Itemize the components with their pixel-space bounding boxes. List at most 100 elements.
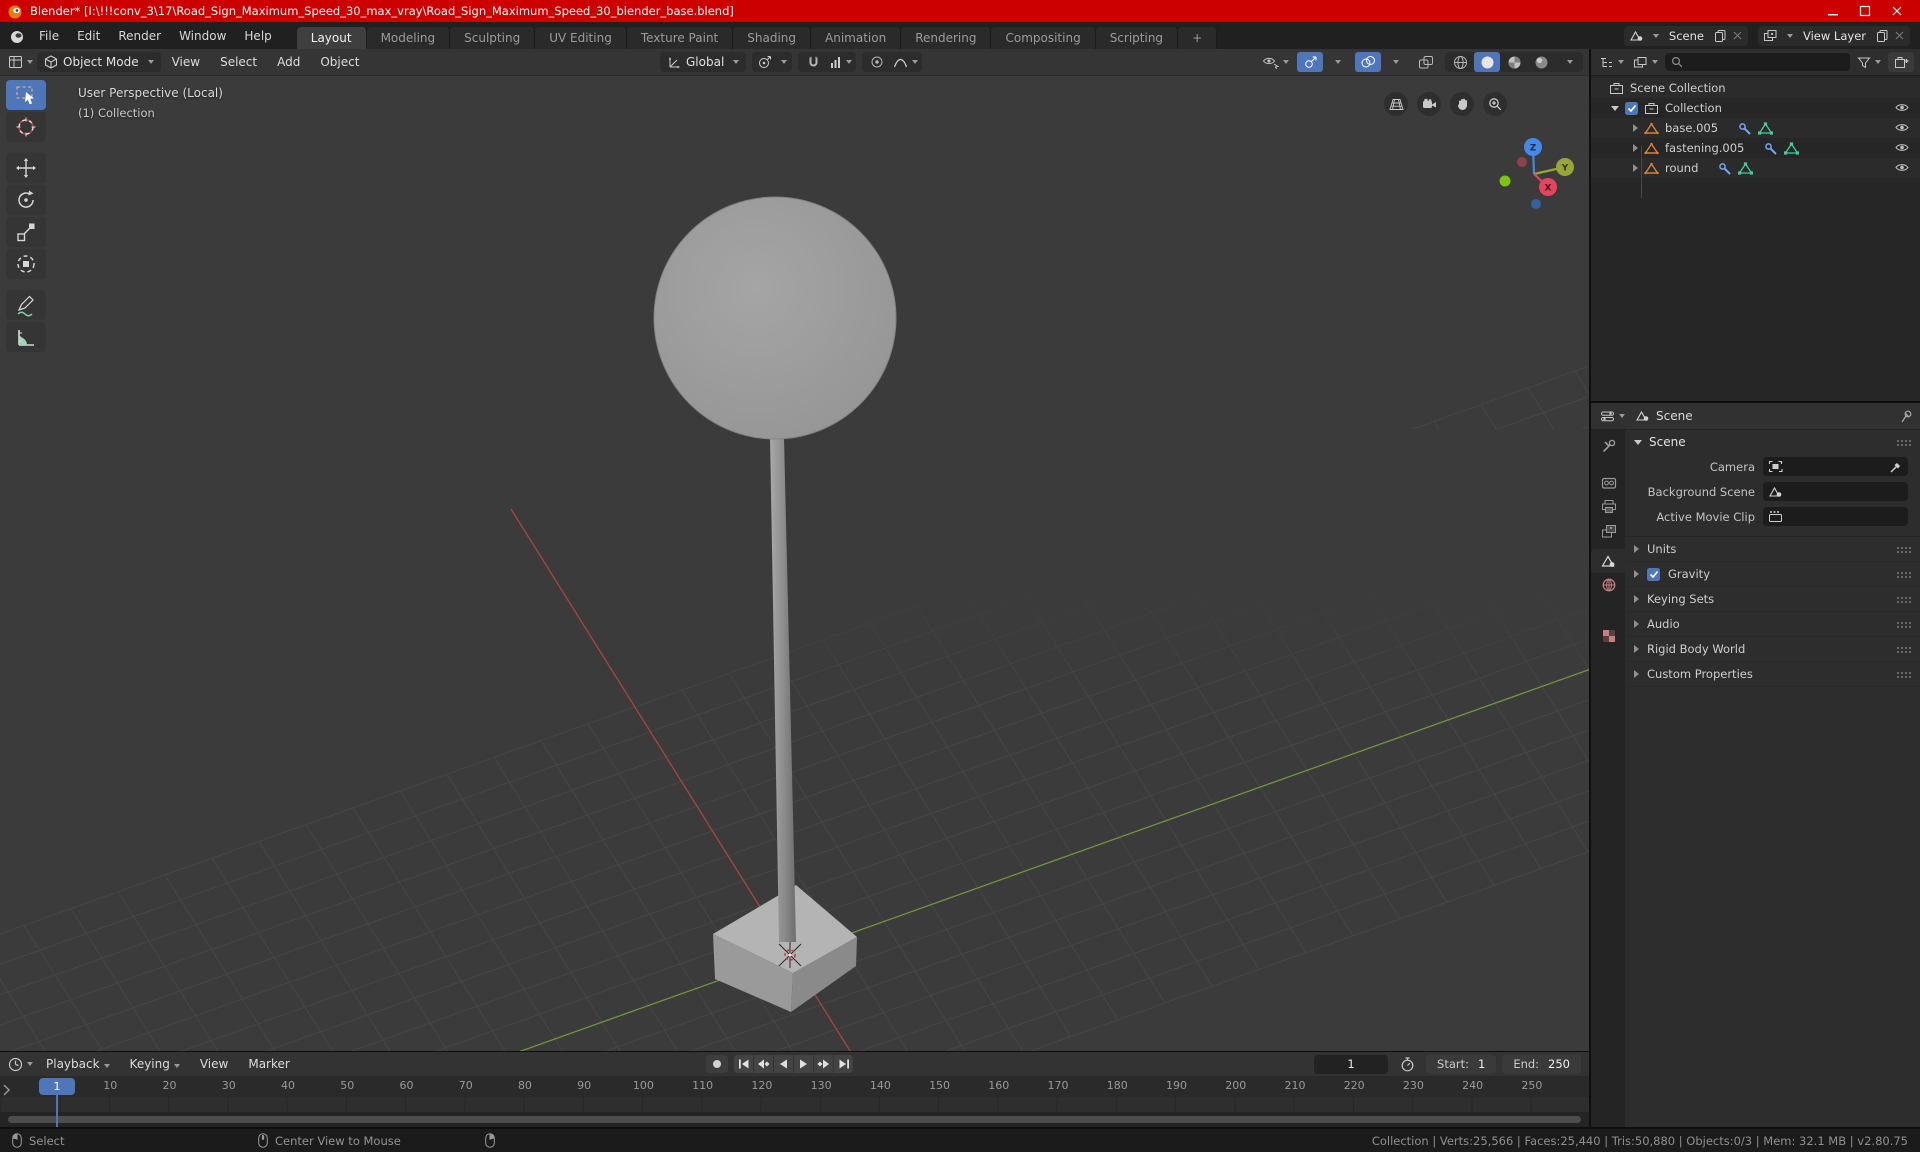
start-frame-field[interactable]: Start: 1 xyxy=(1426,1054,1497,1074)
tab-sculpting[interactable]: Sculpting xyxy=(450,27,536,49)
section-rigid-body-world[interactable]: Rigid Body World xyxy=(1625,637,1920,662)
navigation-gizmo[interactable]: Z Y X xyxy=(1498,117,1578,212)
viewport-menu-view[interactable]: View xyxy=(163,55,209,69)
section-gravity[interactable]: Gravity xyxy=(1625,562,1920,587)
panel-grip[interactable] xyxy=(1896,646,1912,653)
section-custom-properties[interactable]: Custom Properties xyxy=(1625,662,1920,687)
editor-type-button[interactable] xyxy=(6,52,35,72)
mode-dropdown[interactable]: Object Mode xyxy=(37,52,161,72)
blender-menu-button[interactable] xyxy=(4,26,30,46)
visibility-dropdown[interactable] xyxy=(1260,52,1291,72)
panel-grip[interactable] xyxy=(1896,571,1912,578)
tool-scale[interactable] xyxy=(6,217,46,247)
collection-checkbox[interactable] xyxy=(1625,101,1638,115)
new-view-layer-icon[interactable] xyxy=(1876,29,1889,42)
timeline-menu-keying[interactable]: Keying xyxy=(121,1057,189,1071)
menu-edit[interactable]: Edit xyxy=(68,29,109,43)
zoom-view-button[interactable] xyxy=(1483,92,1507,116)
current-frame-badge[interactable]: 1 xyxy=(39,1078,75,1095)
background-scene-field[interactable] xyxy=(1763,482,1908,501)
viewport-menu-select[interactable]: Select xyxy=(211,55,266,69)
timeline-menu-playback[interactable]: Playback xyxy=(37,1057,119,1071)
new-scene-icon[interactable] xyxy=(1714,29,1727,42)
expand-icon[interactable] xyxy=(1633,164,1638,172)
maximize-button[interactable] xyxy=(1849,0,1881,22)
section-keying-sets[interactable]: Keying Sets xyxy=(1625,587,1920,612)
menu-render[interactable]: Render xyxy=(109,29,170,43)
tool-cursor[interactable] xyxy=(6,112,46,142)
timeline-scrollbar[interactable] xyxy=(8,1116,1581,1123)
panel-grip[interactable] xyxy=(1896,671,1912,678)
properties-editor-type-button[interactable] xyxy=(1598,406,1627,426)
minimize-button[interactable] xyxy=(1817,0,1849,22)
tab-add-workspace[interactable]: + xyxy=(1178,27,1218,49)
expand-icon[interactable] xyxy=(1633,144,1638,152)
jump-to-end-button[interactable] xyxy=(834,1055,853,1073)
snap-target-dropdown[interactable] xyxy=(827,52,854,72)
pin-button[interactable] xyxy=(1899,409,1913,423)
tool-move[interactable] xyxy=(6,153,46,183)
tab-modeling[interactable]: Modeling xyxy=(366,27,451,49)
close-button[interactable] xyxy=(1881,0,1913,22)
gizmo-neg-x[interactable] xyxy=(1517,157,1527,167)
hide-toggle[interactable] xyxy=(1894,121,1910,134)
hide-toggle[interactable] xyxy=(1894,141,1910,154)
panel-grip[interactable] xyxy=(1896,546,1912,553)
playhead[interactable] xyxy=(56,1095,58,1127)
hide-toggle[interactable] xyxy=(1894,161,1910,174)
toggle-perspective-button[interactable] xyxy=(1384,92,1408,116)
menu-window[interactable]: Window xyxy=(170,29,235,43)
tool-rotate[interactable] xyxy=(6,185,46,215)
overlays-toggle[interactable] xyxy=(1355,52,1381,72)
play-button[interactable] xyxy=(794,1055,813,1073)
timeline-track[interactable] xyxy=(0,1097,1589,1112)
tab-layout[interactable]: Layout xyxy=(296,27,367,49)
tab-scene[interactable] xyxy=(1591,549,1625,573)
timeline-editor-type-button[interactable] xyxy=(6,1054,35,1074)
tab-view-layer[interactable] xyxy=(1593,519,1625,543)
camera-view-button[interactable] xyxy=(1417,92,1441,116)
row-scene-collection[interactable]: Scene Collection xyxy=(1591,78,1920,98)
shading-wireframe-button[interactable] xyxy=(1447,52,1473,72)
outliner-display-mode-button[interactable] xyxy=(1631,52,1660,72)
tab-rendering[interactable]: Rendering xyxy=(901,27,992,49)
end-frame-field[interactable]: End: 250 xyxy=(1502,1054,1581,1074)
viewport-canvas[interactable] xyxy=(0,49,1589,1051)
tool-annotate[interactable] xyxy=(6,290,46,320)
timeline-ruler[interactable]: 1 10 20 30 40 50 60 70 80 90 100 110 120 130 140 150 16… xyxy=(0,1076,1589,1098)
tab-shading[interactable]: Shading xyxy=(733,27,811,49)
tab-uv-editing[interactable]: UV Editing xyxy=(535,27,627,49)
use-preview-range-button[interactable] xyxy=(1394,1054,1420,1074)
prev-keyframe-button[interactable] xyxy=(754,1055,773,1073)
viewport-3d[interactable]: Object Mode View Select Add Object Globa… xyxy=(0,49,1589,1051)
panel-grip[interactable] xyxy=(1896,596,1912,603)
tab-animation[interactable]: Animation xyxy=(811,27,902,49)
new-collection-button[interactable] xyxy=(1888,52,1914,72)
gizmo-neg-y[interactable] xyxy=(1499,175,1511,187)
proportional-edit-toggle[interactable] xyxy=(864,52,890,72)
viewport-menu-object[interactable]: Object xyxy=(311,55,368,69)
tab-render[interactable] xyxy=(1593,471,1625,495)
tab-compositing[interactable]: Compositing xyxy=(991,27,1096,49)
row-collection[interactable]: Collection xyxy=(1591,98,1920,118)
unlink-scene-icon[interactable] xyxy=(1732,30,1743,41)
overlays-dropdown[interactable] xyxy=(1381,52,1407,72)
gizmos-toggle[interactable] xyxy=(1297,52,1323,72)
row-object-base[interactable]: base.005 xyxy=(1591,118,1920,138)
play-reverse-button[interactable] xyxy=(774,1055,793,1073)
panel-grip[interactable] xyxy=(1896,439,1912,446)
search-input[interactable] xyxy=(1686,54,1844,70)
pan-view-button[interactable] xyxy=(1450,92,1474,116)
record-button[interactable] xyxy=(706,1055,728,1073)
snap-toggle[interactable] xyxy=(800,52,826,72)
tab-tool[interactable] xyxy=(1593,434,1625,458)
section-audio[interactable]: Audio xyxy=(1625,612,1920,637)
camera-field[interactable] xyxy=(1763,457,1908,476)
next-keyframe-button[interactable] xyxy=(814,1055,833,1073)
timeline-menu-view[interactable]: View xyxy=(191,1057,237,1071)
timeline-menu-marker[interactable]: Marker xyxy=(239,1057,298,1071)
eyedropper-icon[interactable] xyxy=(1889,460,1903,474)
active-movie-clip-field[interactable] xyxy=(1763,507,1908,526)
shading-rendered-button[interactable] xyxy=(1528,52,1554,72)
collapse-icon[interactable] xyxy=(1611,105,1619,111)
